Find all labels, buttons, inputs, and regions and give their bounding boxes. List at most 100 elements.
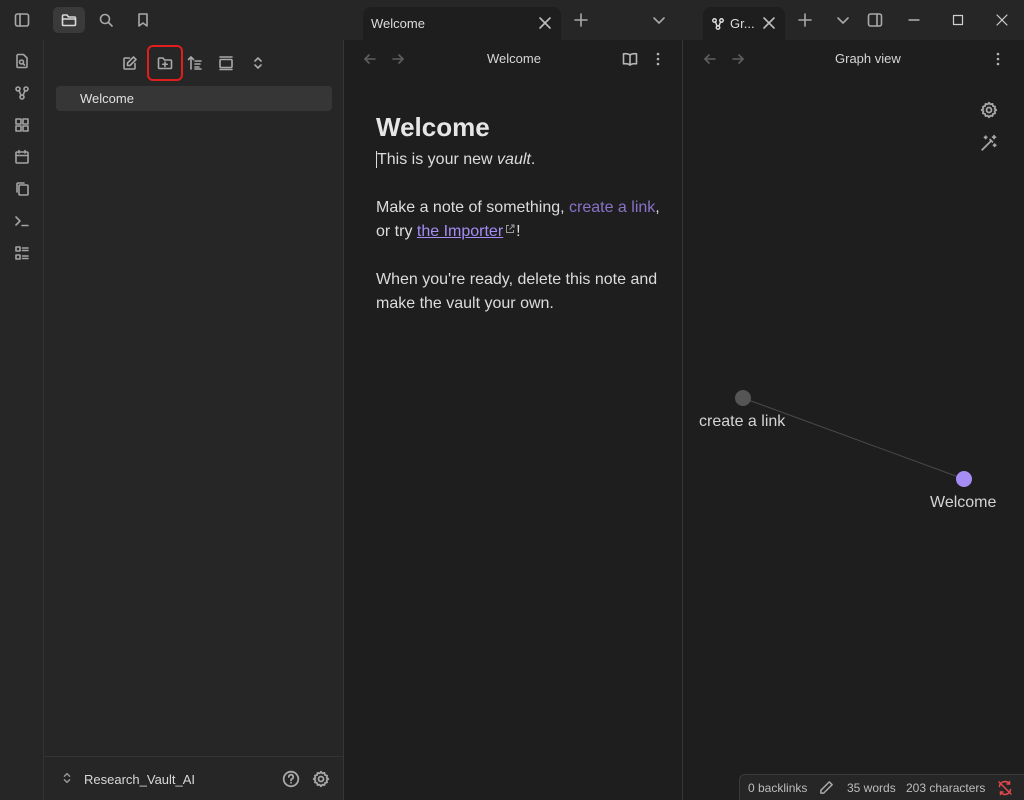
editor-header: Welcome <box>345 40 682 78</box>
external-link-icon <box>506 224 515 233</box>
new-tab-button[interactable] <box>565 7 597 33</box>
terminal-icon <box>15 216 29 227</box>
chevrons-up-down-icon <box>63 772 71 784</box>
word-count: 35 words <box>847 781 896 795</box>
tab-graph-label: Gr... <box>730 16 755 31</box>
vault-name[interactable]: Research_Vault_AI <box>84 772 195 787</box>
tab-list-button[interactable] <box>643 7 675 33</box>
chevron-down-icon <box>653 17 665 24</box>
file-explorer-sidebar: Welcome Research_Vault_AI <box>44 40 344 800</box>
file-item-welcome[interactable]: Welcome <box>56 86 332 111</box>
file-explorer-button[interactable] <box>53 7 85 33</box>
plus-icon <box>798 13 812 27</box>
paragraph-outro: When you're ready, delete this note and … <box>376 271 658 312</box>
editor-header-title: Welcome <box>487 51 541 66</box>
insert-template-button[interactable] <box>11 178 33 200</box>
navigate-back-button[interactable] <box>362 51 378 67</box>
change-sort-order-button[interactable] <box>182 50 208 76</box>
close-icon <box>763 17 775 29</box>
folder-icon <box>61 14 77 27</box>
edit-icon <box>123 56 137 70</box>
vault-switcher-button[interactable] <box>60 771 74 785</box>
tab-list-right-button[interactable] <box>827 7 859 33</box>
list-icon <box>15 246 29 260</box>
ribbon <box>0 40 44 800</box>
close-tab-welcome-button[interactable] <box>537 15 553 31</box>
file-item-label: Welcome <box>80 91 134 106</box>
paragraph-intro: This is your new vault. <box>376 148 666 172</box>
bookmarks-button[interactable] <box>127 7 159 33</box>
graph-node-create-a-link[interactable] <box>735 390 751 406</box>
maximize-button[interactable] <box>936 0 980 40</box>
chevrons-up-down-icon <box>254 57 262 69</box>
paragraph-links: Make a note of something, create a link,… <box>376 196 666 244</box>
new-folder-button[interactable] <box>147 45 183 81</box>
note-content[interactable]: Welcome This is your new vault. Make a n… <box>376 110 666 340</box>
chevron-down-icon <box>837 17 849 24</box>
intro-text: This is your new <box>377 151 498 168</box>
graph-edge <box>742 397 965 480</box>
expand-all-button[interactable] <box>245 50 271 76</box>
close-icon <box>539 17 551 29</box>
open-quick-switcher-button[interactable] <box>11 50 33 72</box>
minimize-icon <box>908 19 920 21</box>
note-title: Welcome <box>376 112 490 142</box>
sync-status-button[interactable] <box>997 780 1013 796</box>
reading-view-button[interactable] <box>622 51 638 67</box>
folder-plus-icon <box>157 57 173 70</box>
more-options-button[interactable] <box>650 51 666 67</box>
close-tab-graph-button[interactable] <box>761 15 777 31</box>
close-icon <box>996 14 1008 26</box>
minimize-button[interactable] <box>892 0 936 40</box>
toggle-right-sidebar-button[interactable] <box>859 7 891 33</box>
panel-icon <box>219 56 233 71</box>
arrow-left-icon <box>364 54 376 64</box>
help-button[interactable] <box>282 770 300 788</box>
importer-link[interactable]: the Importer <box>417 223 503 240</box>
sidebar-right-icon <box>867 13 883 27</box>
tab-welcome[interactable]: Welcome <box>363 7 561 40</box>
calendar-icon <box>15 149 29 164</box>
open-daily-note-button[interactable] <box>11 146 33 168</box>
arrow-right-icon <box>392 54 404 64</box>
graph-icon <box>15 86 29 100</box>
help-circle-icon <box>282 770 300 788</box>
layout-grid-icon <box>15 118 29 132</box>
gear-icon <box>312 770 330 788</box>
vault-switcher-bar: Research_Vault_AI <box>44 756 343 800</box>
editing-mode-button[interactable] <box>819 780 834 795</box>
graph-node-label-create-a-link: create a link <box>699 413 786 430</box>
maximize-icon <box>952 14 964 26</box>
create-a-link-link[interactable]: create a link <box>569 199 655 216</box>
links-suffix: ! <box>516 223 521 240</box>
open-graph-view-button[interactable] <box>11 82 33 104</box>
pencil-icon <box>820 781 833 794</box>
book-open-icon <box>622 52 638 66</box>
plus-icon <box>574 13 588 27</box>
intro-emphasis: vault <box>497 151 531 168</box>
character-count: 203 characters <box>906 781 986 795</box>
sidebar-left-icon <box>14 13 30 27</box>
settings-button[interactable] <box>312 770 330 788</box>
tab-graph[interactable]: Gr... <box>703 7 785 40</box>
toggle-left-sidebar-button[interactable] <box>6 7 38 33</box>
editor-pane: Welcome Welcome This is your new vault. … <box>345 40 683 800</box>
file-search-icon <box>16 53 28 69</box>
navigate-forward-button[interactable] <box>390 51 406 67</box>
bases-button[interactable] <box>11 242 33 264</box>
tab-welcome-label: Welcome <box>371 16 425 31</box>
graph-node-label-welcome: Welcome <box>930 494 997 511</box>
graph-node-welcome[interactable] <box>956 471 972 487</box>
open-canvas-button[interactable] <box>11 114 33 136</box>
copy-icon <box>16 182 29 196</box>
search-icon <box>99 13 113 27</box>
close-window-button[interactable] <box>980 0 1024 40</box>
backlinks-count[interactable]: 0 backlinks <box>748 781 807 795</box>
more-vertical-icon <box>656 52 660 66</box>
new-tab-right-button[interactable] <box>789 7 821 33</box>
auto-reveal-file-button[interactable] <box>213 50 239 76</box>
command-palette-button[interactable] <box>11 210 33 232</box>
new-note-button[interactable] <box>117 50 143 76</box>
search-button[interactable] <box>90 7 122 33</box>
graph-pane: Graph view create a link Welcome <box>684 40 1024 800</box>
